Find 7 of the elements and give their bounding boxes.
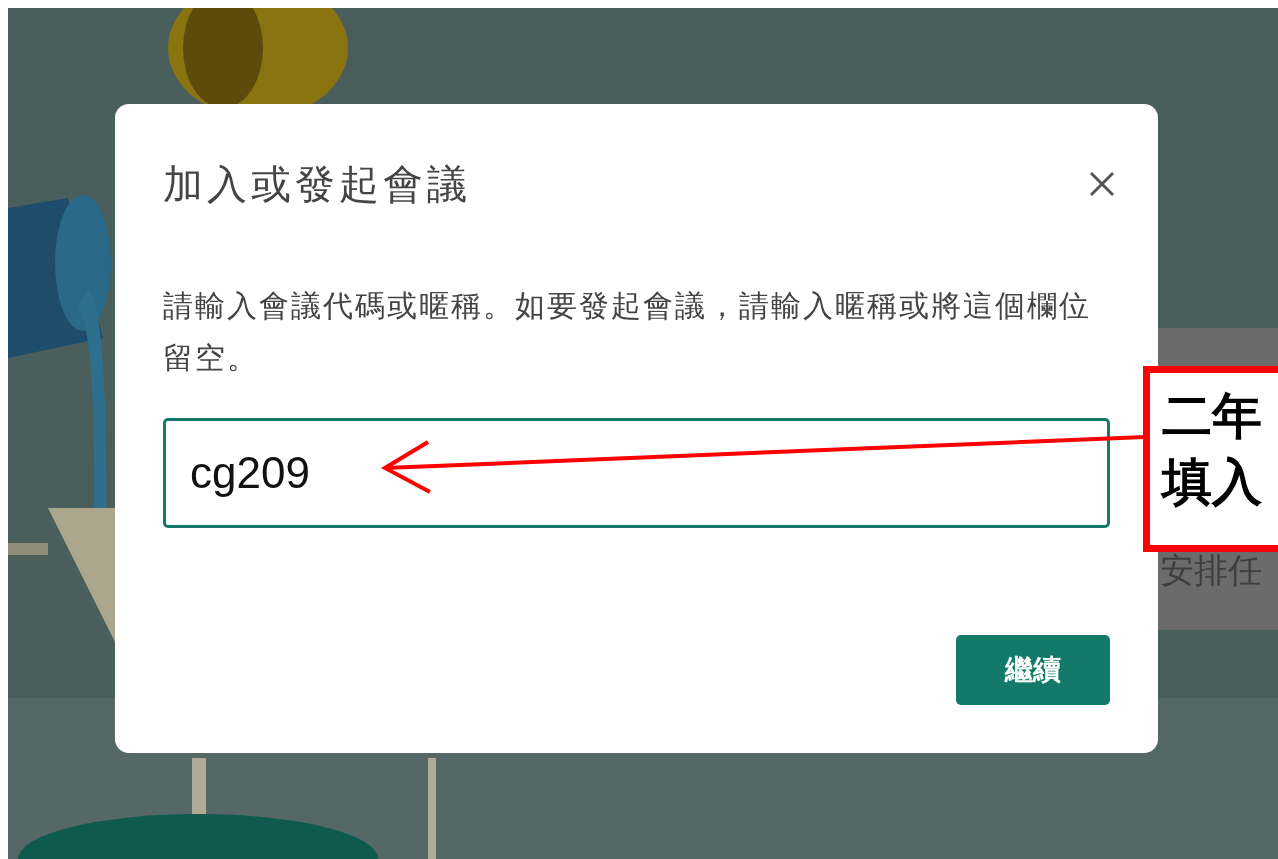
annotation-text: 填入 xyxy=(1162,452,1263,513)
continue-button[interactable]: 繼續 xyxy=(956,635,1110,705)
annotation-text: 二年 xyxy=(1162,386,1263,447)
close-icon xyxy=(1088,170,1116,198)
dialog-description: 請輸入會議代碼或暱稱。如要發起會議，請輸入暱稱或將這個欄位留空。 xyxy=(163,287,1092,377)
meeting-code-field[interactable]: cg209 xyxy=(163,418,1110,528)
dialog-title: 加入或發起會議 xyxy=(163,159,471,209)
